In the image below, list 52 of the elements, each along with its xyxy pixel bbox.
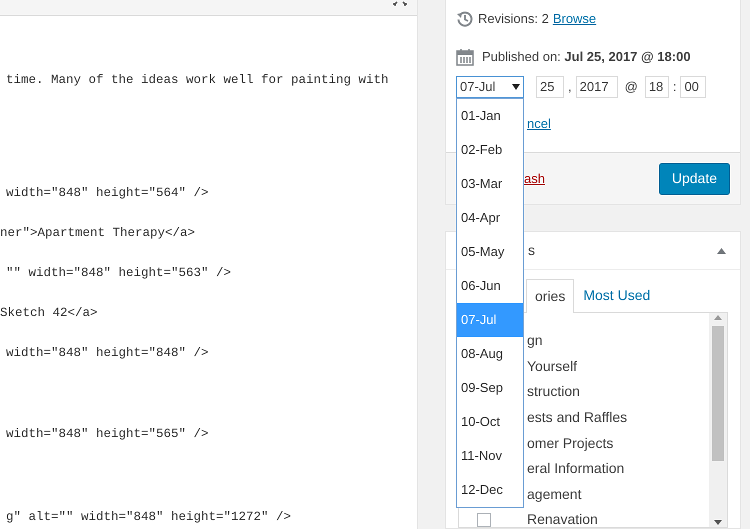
published-text: Published on: Jul 25, 2017 @ 18:00 [482, 48, 691, 66]
minute-field[interactable]: 00 [680, 76, 706, 98]
panel-title: s [528, 241, 535, 260]
cancel-link[interactable]: ncel [527, 116, 551, 131]
month-option[interactable]: 05-May [457, 235, 523, 269]
month-option[interactable]: 06-Jun [457, 269, 523, 303]
code-line: "" width="848" height="563" /> [5, 265, 232, 282]
colon-text: : [672, 78, 676, 96]
category-label: Renavation [527, 510, 598, 529]
category-label: ests and Raffles [527, 408, 628, 428]
hour-field[interactable]: 18 [644, 76, 669, 98]
code-line: time. Many of the ideas work well for painting with [5, 72, 390, 89]
code-line: Sketch 42</a> [0, 305, 99, 322]
category-tab[interactable]: Most Used [574, 278, 660, 312]
dropdown-arrow-icon [512, 84, 520, 90]
month-option[interactable]: 04-Apr [457, 201, 523, 235]
scroll-down-icon[interactable] [714, 520, 722, 525]
code-line: ner">Apartment Therapy</a> [0, 225, 196, 242]
month-option[interactable]: 10-Oct [457, 405, 523, 439]
at-text: @ [624, 78, 638, 96]
day-field[interactable]: 25 [536, 76, 564, 98]
history-icon [456, 10, 474, 28]
collapse-caret-icon[interactable] [717, 248, 726, 254]
month-option[interactable]: 02-Feb [457, 133, 523, 167]
checkbox[interactable] [477, 512, 491, 527]
code-line: width="848" height="564" /> [5, 185, 210, 202]
code-line: width="848" height="565" /> [5, 426, 210, 443]
browse-link[interactable]: Browse [552, 9, 596, 29]
month-option[interactable]: 09-Sep [457, 371, 523, 405]
year-field[interactable]: 2017 [576, 76, 618, 98]
month-option[interactable]: 12-Dec [457, 473, 523, 507]
scroll-up-icon[interactable] [714, 315, 722, 320]
code-line: g" alt="" width="848" height="1272" /> [5, 509, 292, 526]
trash-link[interactable]: ash [524, 168, 545, 188]
comma-text: , [568, 78, 572, 96]
month-option[interactable]: 08-Aug [457, 337, 523, 371]
update-button[interactable]: Update [658, 162, 730, 194]
month-option[interactable]: 11-Nov [457, 439, 523, 473]
fullscreen-icon[interactable] [393, 0, 407, 6]
code-line: width="848" height="848" /> [5, 345, 210, 362]
category-label: agement [527, 484, 582, 504]
category-tab[interactable]: ories [526, 279, 574, 313]
category-label: omer Projects [527, 434, 614, 453]
category-label: gn [527, 331, 543, 350]
category-label: eral Information [527, 459, 624, 478]
month-option[interactable]: 03-Mar [457, 167, 523, 201]
month-option[interactable]: 01-Jan [457, 99, 523, 133]
category-label: Yourself [527, 356, 578, 376]
scrollbar[interactable] [709, 313, 727, 527]
revisions-text: Revisions: 2 [478, 10, 549, 28]
calendar-icon [456, 48, 474, 66]
category-label: struction [527, 382, 580, 402]
